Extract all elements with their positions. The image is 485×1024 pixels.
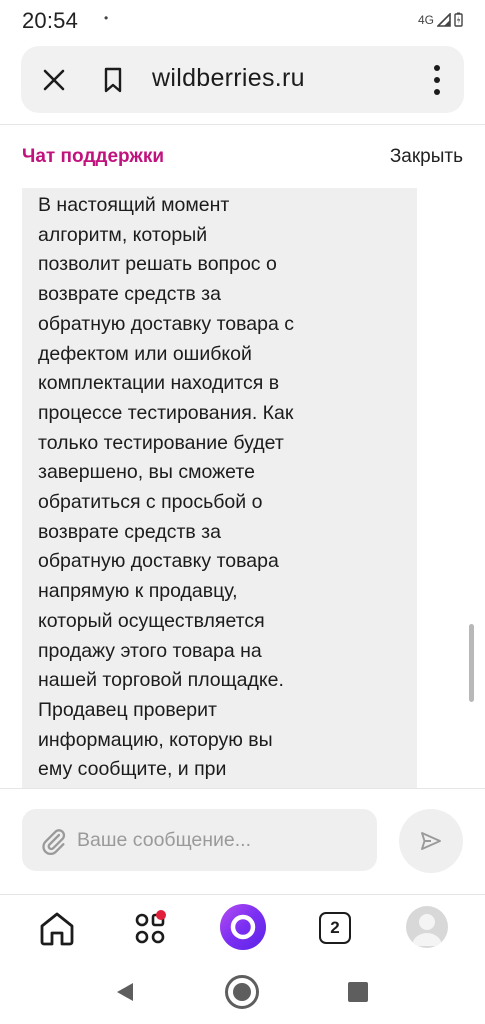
message-line: дефектом или ошибкой — [38, 342, 252, 365]
message-line: который осуществляется — [38, 609, 265, 632]
message-line: обратиться с просьбой о — [38, 491, 263, 514]
screen: 20:54 • 4G wildberries.ru Чат поддержки … — [0, 0, 485, 1024]
status-bar: 20:54 • 4G — [0, 0, 485, 42]
message-line: комплектации находится в — [38, 372, 280, 395]
message-line: напрямую к продавцу, — [38, 580, 238, 603]
message-line: возврате средств за — [38, 283, 221, 306]
message-text: В настоящий момент алгоритм, который позво… — [38, 191, 368, 785]
message-line: продажу этого товара на — [38, 639, 262, 662]
notification-dot: • — [104, 11, 109, 25]
browser-address-bar: wildberries.ru — [21, 46, 464, 113]
divider — [0, 124, 485, 125]
send-icon — [421, 832, 441, 850]
paperclip-icon[interactable] — [38, 826, 68, 856]
message-line: алгоритм, который — [38, 223, 208, 246]
recent-apps-icon[interactable] — [348, 982, 368, 1002]
close-icon[interactable] — [41, 67, 67, 93]
message-line: возврате средств за — [38, 520, 221, 543]
nav-profile[interactable] — [406, 906, 448, 948]
message-line: ему сообщите, и при — [38, 758, 227, 781]
nav-catalog[interactable] — [128, 906, 172, 950]
message-line: информацию, которую вы — [38, 728, 273, 751]
app-bottom-nav: 2 — [0, 896, 485, 960]
avatar-icon — [412, 914, 442, 946]
chat-header: Чат поддержки Закрыть — [0, 126, 485, 188]
message-line: нашей торговой площадке. — [38, 669, 284, 692]
send-button[interactable] — [399, 809, 463, 873]
chat-title: Чат поддержки — [22, 146, 165, 167]
message-line: обратную доставку товара с — [38, 312, 294, 335]
input-placeholder: Ваше сообщение... — [77, 829, 252, 851]
status-indicators: 4G — [418, 12, 463, 27]
url-text[interactable]: wildberries.ru — [152, 64, 305, 93]
more-vertical-icon[interactable] — [432, 64, 442, 96]
message-line: только тестирование будет — [38, 431, 284, 454]
nav-home[interactable] — [35, 906, 79, 950]
message-line: В настоящий момент — [38, 194, 230, 216]
divider — [0, 894, 485, 895]
tabs-count: 2 — [319, 912, 351, 944]
message-list[interactable]: В настоящий момент алгоритм, который позво… — [0, 188, 485, 788]
message-line: процессе тестирования. Как — [38, 401, 294, 424]
alice-assistant-icon — [230, 914, 256, 940]
message-input[interactable]: Ваше сообщение... — [22, 809, 377, 871]
network-type: 4G — [417, 12, 434, 27]
message-line: позволит решать вопрос о — [38, 253, 277, 276]
back-icon[interactable] — [116, 982, 134, 1002]
signal-icon — [437, 12, 451, 27]
home-circle-icon[interactable] — [224, 974, 260, 1010]
home-icon — [40, 912, 74, 946]
system-nav-bar — [0, 960, 485, 1024]
scrollbar[interactable] — [469, 624, 474, 702]
battery-icon — [454, 12, 463, 27]
divider — [0, 788, 485, 789]
nav-tabs[interactable]: 2 — [313, 906, 357, 950]
status-time: 20:54 — [22, 8, 79, 33]
bookmark-icon[interactable] — [101, 66, 125, 94]
nav-alice[interactable] — [220, 904, 266, 950]
message-line: обратную доставку товара — [38, 550, 279, 573]
notification-badge — [156, 910, 166, 920]
message-line: Продавец проверит — [38, 698, 217, 721]
close-chat-button[interactable]: Закрыть — [390, 146, 463, 168]
message-line: завершено, вы сможете — [38, 461, 255, 484]
